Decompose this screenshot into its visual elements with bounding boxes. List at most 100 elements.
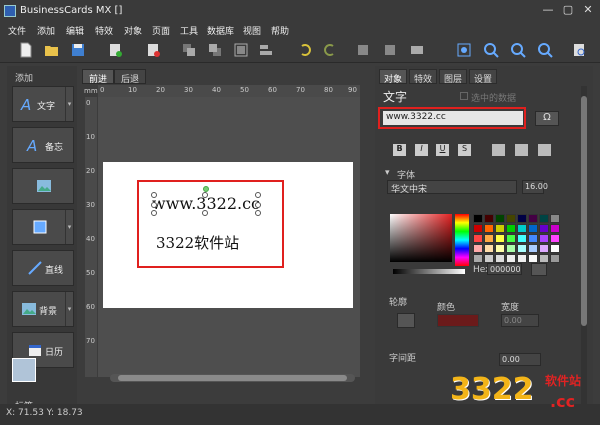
color-swatch[interactable] [506,224,516,233]
color-swatch[interactable] [539,214,549,223]
color-swatch[interactable] [495,254,505,263]
color-swatch[interactable] [495,214,505,223]
zoom-in-icon[interactable] [483,42,499,58]
redo-icon[interactable] [322,42,338,58]
vertical-ruler[interactable]: 0 10 20 30 40 50 60 70 [85,97,97,377]
tab-object[interactable]: 对象 [379,69,408,85]
panel-scrollbar[interactable] [581,86,587,406]
color-swatch[interactable] [506,234,516,243]
color-swatch[interactable] [528,234,538,243]
contact-card-icon[interactable] [12,358,36,382]
chevron-down-icon[interactable]: ▾ [385,168,390,178]
color-swatch[interactable] [550,214,560,223]
color-swatch[interactable] [517,224,527,233]
color-swatch[interactable] [550,234,560,243]
minimize-button[interactable]: — [540,3,556,17]
add-page-icon[interactable] [107,42,123,58]
new-document-icon[interactable] [18,42,34,58]
align-left-icon[interactable] [492,144,505,156]
menu-file[interactable]: 文件 [8,24,26,37]
panel-scrollbar-thumb[interactable] [581,96,587,326]
delete-page-icon[interactable] [145,42,161,58]
open-folder-icon[interactable] [44,42,60,58]
actual-size-icon[interactable] [382,42,398,58]
color-swatch[interactable] [484,214,494,223]
color-swatches[interactable] [473,214,563,264]
color-swatch[interactable] [495,224,505,233]
outline-color-swatch[interactable] [437,314,479,327]
letter-spacing-input[interactable]: 0.00 [499,353,541,366]
menu-edit[interactable]: 编辑 [66,24,84,37]
color-swatch[interactable] [473,214,483,223]
add-text-button[interactable]: A 文字 ▾ [12,86,74,122]
color-swatch[interactable] [539,244,549,253]
font-size-input[interactable]: 16.00 [522,180,548,194]
color-swatch[interactable] [528,254,538,263]
hue-slider[interactable] [455,214,469,266]
group-icon[interactable] [233,42,249,58]
zoom-out-icon[interactable] [510,42,526,58]
tab-back[interactable]: 后退 [114,69,147,85]
zoom-fit-icon[interactable] [456,42,472,58]
color-swatch[interactable] [550,244,560,253]
color-swatch[interactable] [473,224,483,233]
color-swatch[interactable] [506,254,516,263]
color-swatch[interactable] [495,234,505,243]
align-center-icon[interactable] [515,144,528,156]
maximize-button[interactable]: ▢ [560,3,576,17]
color-swatch[interactable] [517,254,527,263]
chevron-down-icon[interactable]: ▾ [65,210,73,244]
italic-button[interactable]: I [415,144,428,156]
tab-effects[interactable]: 特效 [409,69,438,85]
color-swatch[interactable] [506,214,516,223]
menu-object[interactable]: 对象 [124,24,142,37]
selected-data-checkbox[interactable] [460,92,468,100]
chevron-down-icon[interactable]: ▾ [65,87,73,121]
symbol-button[interactable]: Ω [535,111,559,126]
align-icon[interactable] [258,42,274,58]
add-line-button[interactable]: 直线 [12,250,74,286]
color-swatch[interactable] [528,224,538,233]
color-swatch[interactable] [473,234,483,243]
color-swatch[interactable] [484,224,494,233]
bold-button[interactable]: B [393,144,406,156]
underline-button[interactable]: U [436,144,449,156]
chevron-down-icon[interactable]: ▾ [65,292,73,326]
print-preview-icon[interactable] [571,42,587,58]
menu-help[interactable]: 帮助 [271,24,289,37]
fit-page-icon[interactable] [355,42,371,58]
color-swatch[interactable] [539,224,549,233]
color-swatch[interactable] [528,244,538,253]
page-layout-icon[interactable] [409,42,425,58]
horizontal-ruler[interactable]: 0 10 20 30 40 50 60 70 80 90 [98,85,360,97]
align-right-icon[interactable] [538,144,551,156]
color-swatch[interactable] [539,254,549,263]
color-picker-field[interactable] [390,214,452,262]
outline-style-button[interactable] [397,313,415,328]
color-swatch[interactable] [484,254,494,263]
color-swatch[interactable] [473,254,483,263]
menu-add[interactable]: 添加 [37,24,55,37]
tab-front[interactable]: 前进 [82,69,115,85]
add-rectangle-button[interactable]: ▾ [12,209,74,245]
send-backward-icon[interactable] [207,42,223,58]
add-image-button[interactable] [12,168,74,204]
menu-tools[interactable]: 工具 [180,24,198,37]
horizontal-scrollbar[interactable] [110,374,355,382]
menu-effects[interactable]: 特效 [95,24,113,37]
close-button[interactable]: ✕ [580,3,596,17]
tab-layers[interactable]: 图层 [439,69,468,85]
scrollbar-thumb[interactable] [118,375,347,381]
color-swatch[interactable] [495,244,505,253]
color-swatch[interactable] [550,224,560,233]
eyedropper-icon[interactable] [531,263,547,276]
menu-database[interactable]: 数据库 [207,24,234,37]
font-family-select[interactable]: 华文中宋 [387,180,517,195]
color-swatch[interactable] [517,244,527,253]
zoom-page-icon[interactable] [537,42,553,58]
hex-input[interactable]: 000000 [487,263,522,275]
color-swatch[interactable] [517,214,527,223]
color-swatch[interactable] [484,234,494,243]
strikethrough-button[interactable]: S [458,144,471,156]
color-swatch[interactable] [517,234,527,243]
